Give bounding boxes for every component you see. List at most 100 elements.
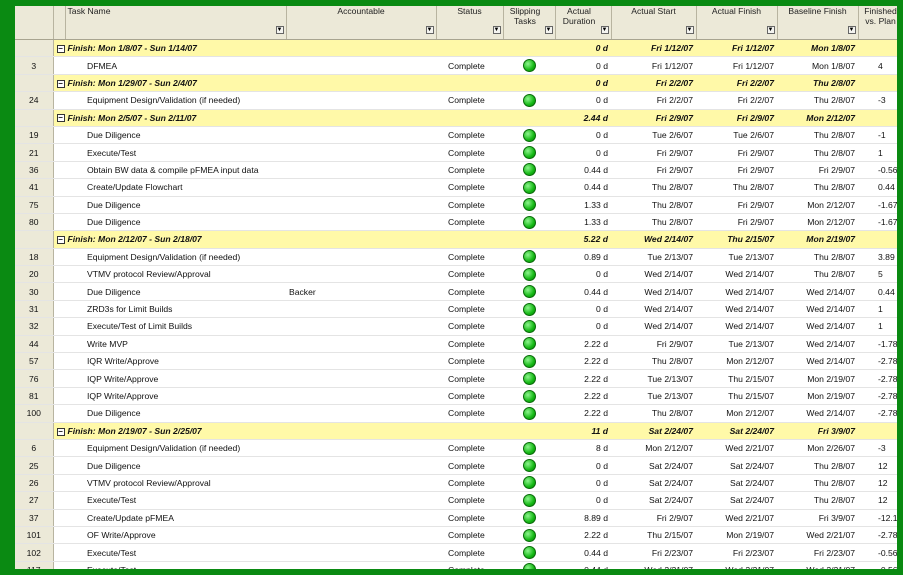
table-row[interactable]: 30 Due Diligence Backer Complete 0.44 d … [15,282,897,301]
table-row[interactable]: 44 Write MVP Complete 2.22 d Fri 2/9/07 … [15,335,897,354]
row-id-cell[interactable] [15,230,54,249]
row-id-cell[interactable]: 20 [15,265,54,284]
accountable-cell[interactable] [286,248,436,267]
status-cell[interactable]: Complete [436,143,503,162]
header-actual-start[interactable]: Actual Start ▼ [611,6,697,40]
actual-start-cell[interactable]: Wed 2/21/07 [611,561,696,569]
actual-start-cell[interactable]: Thu 2/8/07 [611,213,696,232]
table-row[interactable]: 3 DFMEA Complete 0 d Fri 1/12/07 Fri 1/1… [15,56,897,75]
variance-cell[interactable]: 0.44 [858,178,897,197]
accountable-cell[interactable] [286,161,436,180]
actual-start-cell[interactable]: Fri 2/23/07 [611,543,696,562]
accountable-cell[interactable] [286,352,436,371]
row-id-cell[interactable]: 81 [15,387,54,406]
actual-finish-cell[interactable]: Thu 2/15/07 [696,387,777,406]
actual-finish-cell[interactable]: Wed 2/21/07 [696,439,777,458]
row-id-cell[interactable]: 41 [15,178,54,197]
baseline-finish-cell[interactable]: Wed 2/21/07 [777,526,858,545]
duration-cell[interactable]: 0 d [555,91,611,110]
status-cell[interactable]: Complete [436,126,503,145]
header-task-name[interactable]: Task Name ▼ [65,6,287,40]
variance-cell[interactable]: -3 [858,439,897,458]
actual-finish-cell[interactable]: Fri 2/2/07 [696,91,777,110]
actual-start-cell[interactable]: Fri 1/12/07 [611,56,696,75]
duration-cell[interactable]: 0 d [555,317,611,336]
actual-start-cell[interactable]: Thu 2/8/07 [611,352,696,371]
baseline-finish-cell[interactable]: Wed 2/21/07 [777,561,858,569]
header-actual-duration[interactable]: Actual Duration ▼ [555,6,612,40]
actual-finish-cell[interactable]: Thu 2/8/07 [696,178,777,197]
actual-start-cell[interactable]: Tue 2/6/07 [611,126,696,145]
baseline-finish-cell[interactable]: Wed 2/14/07 [777,282,858,301]
accountable-cell[interactable] [286,491,436,510]
row-id-cell[interactable]: 3 [15,56,54,75]
status-cell[interactable]: Complete [436,456,503,475]
variance-cell[interactable]: -1.67 [858,213,897,232]
accountable-cell[interactable] [286,543,436,562]
status-cell[interactable]: Complete [436,178,503,197]
variance-cell[interactable]: -0.56 [858,561,897,569]
task-name-cell[interactable]: Execute/Test [65,491,286,510]
actual-start-cell[interactable]: Sat 2/24/07 [611,491,696,510]
status-cell[interactable]: Complete [436,526,503,545]
duration-cell[interactable]: 0.44 d [555,178,611,197]
duration-cell[interactable]: 2.22 d [555,404,611,423]
filter-arrow-icon[interactable]: ▼ [275,26,284,34]
row-id-cell[interactable]: 37 [15,509,54,527]
actual-finish-cell[interactable]: Thu 2/15/07 [696,369,777,388]
filter-arrow-icon[interactable]: ▼ [847,26,856,34]
baseline-finish-cell[interactable]: Fri 2/9/07 [777,161,858,180]
duration-cell[interactable]: 0 d [555,56,611,75]
table-row[interactable]: 76 IQP Write/Approve Complete 2.22 d Tue… [15,369,897,388]
table-row[interactable]: 100 Due Diligence Complete 2.22 d Thu 2/… [15,404,897,423]
actual-finish-cell[interactable]: Tue 2/13/07 [696,335,777,354]
actual-start-cell[interactable]: Wed 2/14/07 [611,317,696,336]
header-baseline-finish[interactable]: Baseline Finish ▼ [777,6,859,40]
duration-cell[interactable]: 0.44 d [555,161,611,180]
baseline-finish-cell[interactable]: Wed 2/14/07 [777,300,858,319]
table-row[interactable]: 26 VTMV protocol Review/Approval Complet… [15,474,897,493]
accountable-cell[interactable] [286,561,436,569]
accountable-cell[interactable] [286,404,436,423]
baseline-finish-cell[interactable]: Wed 2/14/07 [777,335,858,354]
row-id-cell[interactable]: 117 [15,561,54,569]
task-name-cell[interactable]: Equipment Design/Validation (if needed) [65,91,286,110]
table-row[interactable]: 25 Due Diligence Complete 0 d Sat 2/24/0… [15,456,897,475]
accountable-cell[interactable] [286,178,436,197]
variance-cell[interactable]: -2.78 [858,352,897,371]
row-id-cell[interactable]: 57 [15,352,54,371]
duration-cell[interactable]: 0.44 d [555,282,611,301]
baseline-finish-cell[interactable]: Thu 2/8/07 [777,126,858,145]
baseline-finish-cell[interactable]: Thu 2/8/07 [777,265,858,284]
collapse-icon[interactable]: − [56,79,65,88]
task-name-cell[interactable]: Write MVP [65,335,286,354]
duration-cell[interactable]: 0 d [555,126,611,145]
variance-cell[interactable]: 3.89 [858,248,897,267]
status-cell[interactable]: Complete [436,387,503,406]
baseline-finish-cell[interactable]: Thu 2/8/07 [777,474,858,493]
status-cell[interactable]: Complete [436,213,503,232]
baseline-finish-cell[interactable]: Mon 2/19/07 [777,369,858,388]
actual-start-cell[interactable]: Fri 2/9/07 [611,161,696,180]
filter-arrow-icon[interactable]: ▼ [685,26,694,34]
status-cell[interactable]: Complete [436,282,503,301]
row-id-cell[interactable]: 32 [15,317,54,336]
table-row[interactable]: 21 Execute/Test Complete 0 d Fri 2/9/07 … [15,143,897,162]
task-name-cell[interactable]: VTMV protocol Review/Approval [65,474,286,493]
actual-finish-cell[interactable]: Wed 2/14/07 [696,265,777,284]
table-row[interactable]: 102 Execute/Test Complete 0.44 d Fri 2/2… [15,543,897,562]
baseline-finish-cell[interactable]: Wed 2/14/07 [777,317,858,336]
status-cell[interactable]: Complete [436,491,503,510]
accountable-cell[interactable] [286,213,436,232]
baseline-finish-cell[interactable]: Wed 2/14/07 [777,352,858,371]
view-bar[interactable] [6,6,15,569]
task-name-cell[interactable]: Execute/Test of Limit Builds [65,317,286,336]
duration-cell[interactable]: 2.22 d [555,369,611,388]
status-cell[interactable]: Complete [436,161,503,180]
row-id-cell[interactable]: 75 [15,196,54,214]
collapse-icon[interactable]: − [56,427,65,436]
duration-cell[interactable]: 0 d [555,491,611,510]
variance-cell[interactable]: -1.67 [858,196,897,214]
accountable-cell[interactable] [286,56,436,75]
actual-finish-cell[interactable]: Fri 2/23/07 [696,543,777,562]
